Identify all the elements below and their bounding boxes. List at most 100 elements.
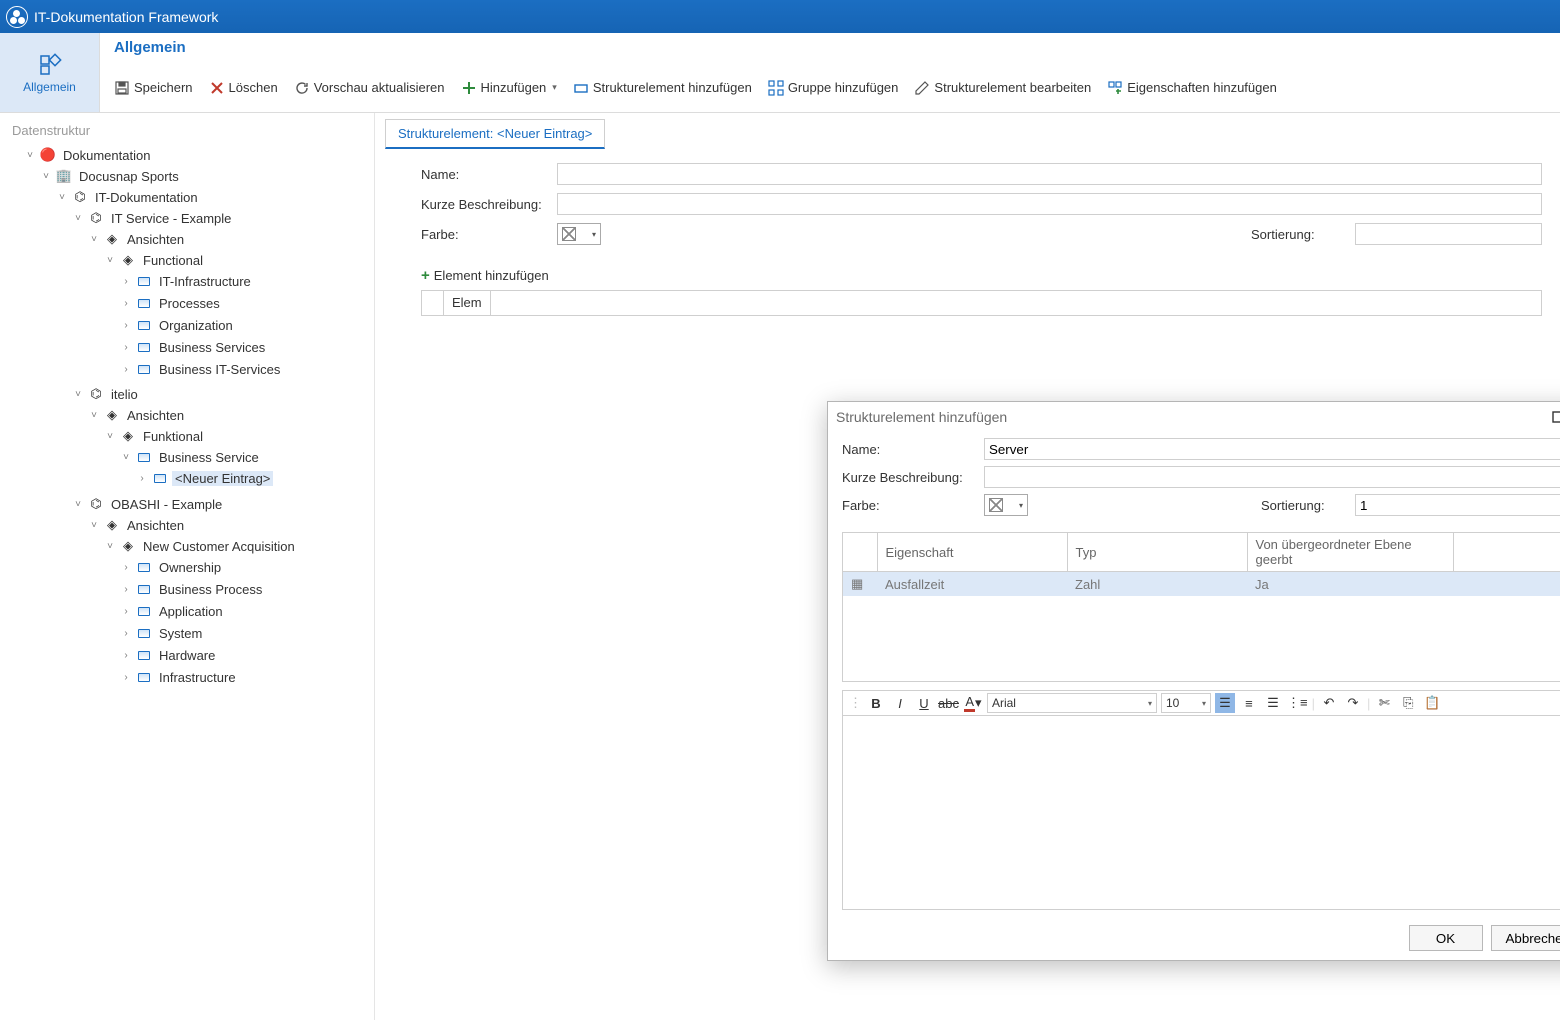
input-short-desc[interactable] — [557, 193, 1542, 215]
delete-icon — [209, 80, 225, 96]
tree-node-biz-service[interactable]: ˅Business Service — [120, 447, 374, 467]
tree-node-organization[interactable]: ›Organization — [120, 315, 374, 335]
app-title: IT-Dokumentation Framework — [34, 9, 218, 25]
underline-button[interactable]: U — [914, 693, 934, 713]
add-element-link[interactable]: +Element hinzufügen — [385, 253, 1560, 290]
tree-node-obashi[interactable]: ˅⌬OBASHI - Example — [72, 494, 374, 514]
layers-icon: ◈ — [120, 538, 136, 554]
font-color-button[interactable]: A▾ — [963, 693, 983, 713]
bold-button[interactable]: B — [866, 693, 886, 713]
ribbon-tab-allgemein[interactable]: Allgemein — [0, 33, 100, 112]
edit-structure-element-button[interactable]: Strukturelement bearbeiten — [914, 80, 1091, 96]
delete-button[interactable]: Löschen — [209, 80, 278, 96]
align-center-button[interactable]: ≡ — [1239, 693, 1259, 713]
align-left-button[interactable]: ☰ — [1215, 693, 1235, 713]
redo-button[interactable]: ↷ — [1343, 693, 1363, 713]
add-button[interactable]: Hinzufügen ▾ — [461, 80, 557, 96]
ribbon-tab-icon — [38, 52, 62, 76]
modal-label-color: Farbe: — [842, 498, 970, 513]
modal-input-short-desc[interactable] — [984, 466, 1560, 488]
input-name[interactable] — [557, 163, 1542, 185]
cut-button[interactable]: ✄ — [1374, 693, 1394, 713]
dropdown-caret-icon: ▾ — [592, 230, 596, 239]
tree-node-it-service-example[interactable]: ˅⌬IT Service - Example — [72, 208, 374, 228]
building-icon: 🏢 — [56, 168, 72, 184]
modal-add-structure-element: Strukturelement hinzufügen Name: Kurze B… — [827, 401, 1560, 961]
tree-node-itelio[interactable]: ˅⌬itelio — [72, 384, 374, 404]
ok-button[interactable]: OK — [1409, 925, 1483, 951]
paste-button[interactable]: 📋 — [1422, 693, 1442, 713]
italic-button[interactable]: I — [890, 693, 910, 713]
modal-title: Strukturelement hinzufügen — [836, 409, 1007, 425]
tree-node-it-infra[interactable]: ›IT-Infrastructure — [120, 271, 374, 291]
tree-node-itdoc[interactable]: ˅⌬IT-Dokumentation — [56, 187, 374, 207]
color-picker[interactable]: ▾ — [557, 223, 601, 245]
modal-label-short-desc: Kurze Beschreibung: — [842, 470, 970, 485]
tree: ˅🔴Dokumentation ˅🏢Docusnap Sports ˅⌬IT-D… — [8, 144, 374, 694]
tree-node-nca[interactable]: ˅◈New Customer Acquisition — [104, 536, 374, 556]
rect-icon — [138, 563, 150, 572]
th-property: Eigenschaft — [877, 533, 1067, 572]
tree-node-processes[interactable]: ›Processes — [120, 293, 374, 313]
rect-icon — [138, 651, 150, 660]
add-properties-button[interactable]: Eigenschaften hinzufügen — [1107, 80, 1277, 96]
align-right-button[interactable]: ☰ — [1263, 693, 1283, 713]
copy-button[interactable]: ⎘ — [1398, 693, 1418, 713]
structure-element-icon — [573, 80, 589, 96]
tree-node-biz-process[interactable]: ›Business Process — [120, 579, 374, 599]
grid-header: Elem — [421, 290, 1542, 316]
sitemap-icon: ⌬ — [72, 189, 88, 205]
save-button[interactable]: Speichern — [114, 80, 193, 96]
tree-node-new-entry[interactable]: ›<Neuer Eintrag> — [136, 468, 374, 488]
input-sort[interactable] — [1355, 223, 1542, 245]
richtext-toolbar: ⋮ B I U abc A▾ Arial▾ 10▾ ☰ ≡ ☰ ⋮≡ | ↶ ↷… — [842, 690, 1560, 716]
bullet-list-button[interactable]: ⋮≡ — [1287, 693, 1308, 713]
rect-icon — [138, 343, 150, 352]
font-family-select[interactable]: Arial▾ — [987, 693, 1157, 713]
tree-node-views2[interactable]: ˅◈Ansichten — [88, 405, 374, 425]
refresh-preview-button[interactable]: Vorschau aktualisieren — [294, 80, 445, 96]
tree-node-views1[interactable]: ˅◈Ansichten — [88, 229, 374, 249]
tree-node-infrastructure[interactable]: ›Infrastructure — [120, 667, 374, 687]
tree-node-functional[interactable]: ˅◈Functional — [104, 250, 374, 270]
cancel-button[interactable]: Abbrechen — [1491, 925, 1560, 951]
app-logo-icon — [6, 6, 28, 28]
rect-icon — [138, 585, 150, 594]
sitemap-icon: ⌬ — [88, 386, 104, 402]
undo-button[interactable]: ↶ — [1319, 693, 1339, 713]
tree-node-funktional[interactable]: ˅◈Funktional — [104, 426, 374, 446]
rect-icon — [138, 365, 150, 374]
add-structure-element-button[interactable]: Strukturelement hinzufügen — [573, 80, 752, 96]
modal-input-name[interactable] — [984, 438, 1560, 460]
maximize-button[interactable] — [1547, 406, 1560, 428]
font-size-select[interactable]: 10▾ — [1161, 693, 1211, 713]
rect-icon — [138, 673, 150, 682]
tree-node-biz-it-services[interactable]: ›Business IT-Services — [120, 359, 374, 379]
ribbon: Allgemein Allgemein Speichern Löschen Vo… — [0, 33, 1560, 113]
table-row[interactable]: ▦ Ausfallzeit Zahl Ja — [843, 572, 1560, 597]
add-group-button[interactable]: Gruppe hinzufügen — [768, 80, 899, 96]
modal-label-name: Name: — [842, 442, 970, 457]
ribbon-group-title: Allgemein — [100, 33, 1560, 63]
titlebar: IT-Dokumentation Framework — [0, 0, 1560, 33]
modal-color-picker[interactable]: ▾ — [984, 494, 1028, 516]
strike-button[interactable]: abc — [938, 693, 959, 713]
tree-node-hardware[interactable]: ›Hardware — [120, 645, 374, 665]
tree-node-company[interactable]: ˅🏢Docusnap Sports — [40, 166, 374, 186]
richtext-editor[interactable] — [842, 716, 1560, 910]
tree-node-system[interactable]: ›System — [120, 623, 374, 643]
tree-node-application[interactable]: ›Application — [120, 601, 374, 621]
pencil-icon — [914, 80, 930, 96]
modal-input-sort[interactable] — [1355, 494, 1560, 516]
tree-node-biz-services[interactable]: ›Business Services — [120, 337, 374, 357]
label-short-desc: Kurze Beschreibung: — [421, 197, 543, 212]
content-tab[interactable]: Strukturelement: <Neuer Eintrag> — [385, 119, 605, 149]
tree-node-views3[interactable]: ˅◈Ansichten — [88, 515, 374, 535]
tree-node-dokumentation[interactable]: ˅🔴Dokumentation — [24, 145, 374, 165]
tree-node-ownership[interactable]: ›Ownership — [120, 557, 374, 577]
layers-icon: ◈ — [104, 517, 120, 533]
property-icon: ▦ — [851, 576, 863, 591]
globe-icon: 🔴 — [40, 147, 56, 163]
rect-icon — [138, 299, 150, 308]
maximize-icon — [1552, 411, 1560, 423]
